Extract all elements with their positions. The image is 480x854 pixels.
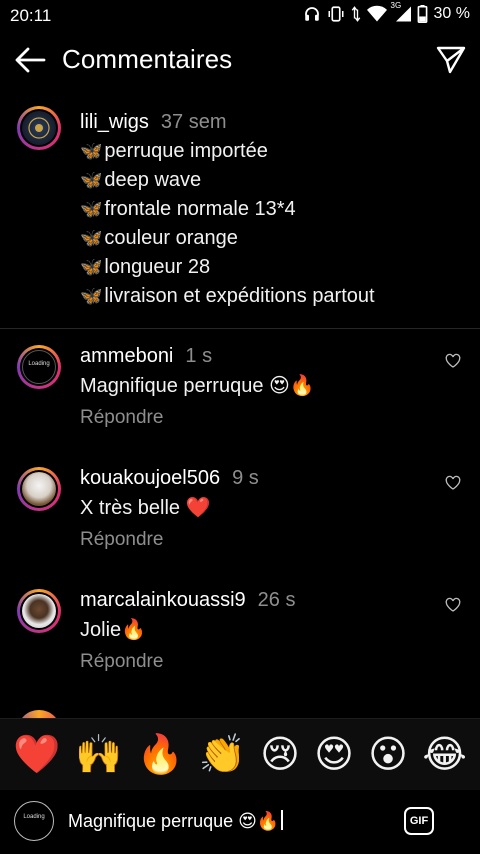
- butterfly-icon: 🦋: [80, 257, 103, 277]
- butterfly-icon: 🦋: [80, 228, 103, 248]
- heart-outline-icon[interactable]: [445, 353, 461, 369]
- paper-plane-icon[interactable]: [436, 46, 466, 74]
- comment-item: Loading ammeboni 1 s Magnifique perruque …: [0, 345, 480, 445]
- caption-line: 🦋 longueur 28: [80, 256, 211, 278]
- comment-username[interactable]: kouakoujoel506: [80, 467, 220, 489]
- heart-outline-icon[interactable]: [445, 475, 461, 491]
- caption-line: 🦋 frontale normale 13*4: [80, 198, 296, 220]
- comment-text: Magnifique perruque 😍🔥: [80, 375, 315, 397]
- caption-username[interactable]: lili_wigs: [80, 111, 149, 133]
- self-avatar-label: Loading: [23, 814, 45, 820]
- status-bar: 20:11 3G 30 %: [0, 0, 480, 32]
- emoji-quick-bar: ❤️ 🙌 🔥 👏 😢 😍 😮 😂: [0, 718, 480, 790]
- text-caret: [281, 810, 283, 830]
- emoji-red-heart[interactable]: ❤️: [13, 735, 60, 775]
- comment-item: marcalainkouassi9 26 s Jolie🔥 Répondre: [0, 589, 480, 689]
- status-time: 20:11: [10, 6, 52, 25]
- header: Commentaires: [0, 32, 480, 88]
- vibrate-icon: [328, 6, 344, 22]
- comment-text: Jolie🔥: [80, 619, 147, 641]
- butterfly-icon: 🦋: [80, 286, 103, 306]
- status-icons: 3G 30 %: [303, 1, 470, 23]
- battery-icon: [417, 5, 427, 23]
- comment-time: 1 s: [185, 345, 213, 367]
- butterfly-icon: 🦋: [80, 170, 103, 190]
- headphones-icon: [304, 7, 319, 21]
- comment-username[interactable]: marcalainkouassi9: [80, 589, 246, 611]
- avatar[interactable]: [17, 467, 61, 511]
- emoji-clapping-hands[interactable]: 👏: [198, 735, 245, 775]
- caption-line: 🦋 deep wave: [80, 169, 202, 191]
- comment-item: kouakoujoel506 9 s X très belle ❤️ Répond…: [0, 467, 480, 567]
- next-comment-avatar-partial: [17, 710, 61, 718]
- caption-line: 🦋 couleur orange: [80, 227, 238, 249]
- divider: [0, 328, 480, 329]
- emoji-fire[interactable]: 🔥: [137, 735, 184, 775]
- comment-input-value: Magnifique perruque 😍🔥: [68, 811, 280, 831]
- caption-text: lili_wigs 37 sem 🦋 perruque importée 🦋 deep…: [80, 108, 375, 311]
- network-3g-icon: 3G: [391, 1, 411, 23]
- lili-wigs-logo-avatar: [22, 111, 56, 145]
- reply-button[interactable]: Répondre: [80, 651, 163, 673]
- avatar[interactable]: [17, 589, 61, 633]
- heart-outline-icon[interactable]: [445, 597, 461, 613]
- self-avatar: Loading: [14, 801, 54, 841]
- gif-button[interactable]: GIF: [404, 807, 434, 835]
- comment-username[interactable]: ammeboni: [80, 345, 173, 367]
- butterfly-icon: 🦋: [80, 199, 103, 219]
- page-title: Commentaires: [62, 44, 233, 74]
- reply-button[interactable]: Répondre: [80, 407, 163, 429]
- wifi-icon: [366, 5, 387, 22]
- comment-input[interactable]: Magnifique perruque 😍🔥: [68, 810, 283, 832]
- comment-text: X très belle ❤️: [80, 497, 211, 519]
- emoji-heart-eyes[interactable]: 😍: [314, 735, 354, 775]
- comment-time: 9 s: [232, 467, 259, 489]
- avatar-photo: [22, 472, 56, 506]
- avatar[interactable]: Loading: [17, 345, 61, 389]
- comment-input-bar: Loading Magnifique perruque 😍🔥 GIF: [0, 790, 480, 854]
- emoji-raising-hands[interactable]: 🙌: [75, 735, 122, 775]
- back-arrow-icon[interactable]: [14, 46, 46, 74]
- comment-time: 26 s: [257, 589, 296, 611]
- caption-time: 37 sem: [160, 111, 227, 133]
- emoji-tears-of-joy[interactable]: 😂: [422, 735, 466, 775]
- avatar[interactable]: [17, 106, 61, 150]
- caption-line: 🦋 livraison et expéditions partout: [80, 285, 375, 307]
- avatar-photo: [22, 594, 56, 628]
- emoji-crying-face[interactable]: 😢: [260, 735, 300, 775]
- data-arrows-icon: [351, 6, 360, 22]
- butterfly-icon: 🦋: [80, 141, 103, 161]
- reply-button[interactable]: Répondre: [80, 529, 163, 551]
- caption-line: 🦋 perruque importée: [80, 140, 268, 162]
- avatar-loading-label: Loading: [28, 361, 50, 367]
- emoji-surprised-face[interactable]: 😮: [368, 735, 408, 775]
- battery-percent: 30 %: [433, 5, 470, 22]
